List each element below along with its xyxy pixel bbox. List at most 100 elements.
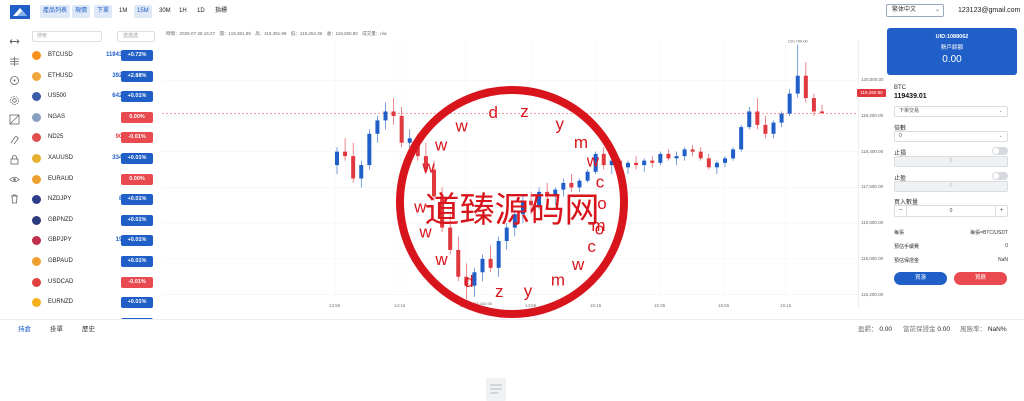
watermark-ring-letter: z bbox=[495, 282, 504, 301]
watchlist: BTCUSD119439.01+0.72% ETHUSD3928.83+2.88%… bbox=[30, 47, 160, 319]
trade-symbol: BTC bbox=[894, 85, 906, 91]
order-type-value: 下單交易 bbox=[899, 108, 920, 114]
timeframe-30m[interactable]: 30M bbox=[156, 5, 174, 18]
magnet-icon[interactable] bbox=[9, 132, 20, 145]
watchlist-item[interactable]: XAUUSD3345.23+0.01% bbox=[30, 150, 160, 168]
chevron-down-icon: ⌄ bbox=[998, 108, 1003, 114]
watchlist-change-badge[interactable]: +2.88% bbox=[121, 70, 153, 82]
watchlist-item[interactable]: EURNZD1.95+0.01% bbox=[30, 294, 160, 312]
watchlist-item[interactable]: GBPJPY198.86+0.01% bbox=[30, 232, 160, 250]
take-profit-input[interactable]: 0 bbox=[894, 181, 1008, 192]
candle-body bbox=[739, 127, 744, 150]
watermark-text: 道臻源码网 bbox=[424, 191, 599, 230]
order-type-select[interactable]: 下單交易 ⌄ bbox=[894, 106, 1008, 117]
timeframe-15m[interactable]: 15M bbox=[134, 5, 152, 18]
watchlist-change-badge[interactable]: -0.01% bbox=[121, 132, 153, 144]
timeframe-1d[interactable]: 1D bbox=[194, 5, 208, 18]
watchlist-item[interactable]: NGAS3.170.00% bbox=[30, 109, 160, 127]
plus-icon[interactable]: + bbox=[995, 206, 1007, 216]
watchlist-change-badge[interactable]: -0.01% bbox=[121, 276, 153, 288]
est-margin-label: 預估保證金 bbox=[894, 258, 920, 264]
candle-body bbox=[820, 111, 824, 114]
watchlist-change-badge[interactable]: +0.01% bbox=[121, 194, 153, 206]
watchlist-change-badge[interactable]: 0.00% bbox=[121, 173, 153, 185]
watermark-ring-letter: w bbox=[421, 157, 435, 176]
take-profit-toggle[interactable] bbox=[992, 172, 1008, 180]
watchlist-change-badge[interactable]: +0.01% bbox=[121, 153, 153, 164]
watchlist-symbol: BTCUSD bbox=[48, 52, 73, 58]
stop-loss-toggle[interactable] bbox=[992, 147, 1008, 155]
watchlist-item[interactable]: USDCAD1.37-0.01% bbox=[30, 274, 160, 292]
watchlist-search-input[interactable]: 搜索 bbox=[32, 31, 102, 42]
watchlist-change-badge[interactable]: +0.01% bbox=[121, 235, 153, 247]
watchlist-button[interactable]: 產品列表 bbox=[40, 5, 71, 18]
margin-summary: 當前保證金 0.00 bbox=[903, 325, 950, 334]
tab-positions[interactable]: 持倉 bbox=[18, 325, 31, 334]
quantity-stepper[interactable]: − 0 + bbox=[894, 205, 1008, 217]
timeframe-1h[interactable]: 1H bbox=[176, 5, 190, 18]
target-icon[interactable] bbox=[9, 73, 20, 85]
watermark-ring-letter: m bbox=[574, 133, 588, 152]
tab-pending-orders[interactable]: 掛單 bbox=[50, 325, 63, 334]
watchlist-symbol: GBPJPY bbox=[48, 237, 72, 244]
watchlist-item[interactable]: ETHUSD3928.83+2.88% bbox=[30, 68, 160, 86]
watermark-ring-letter: w bbox=[586, 152, 600, 171]
minus-icon[interactable]: − bbox=[895, 206, 907, 216]
top-toolbar: 產品列表 現價 下單 1M 15M 30M 1H 1D 指標 繁体中文 ⌄ 12… bbox=[0, 0, 1024, 22]
watermark-ring-letter: d bbox=[464, 272, 473, 291]
tab-history[interactable]: 歷史 bbox=[82, 325, 95, 334]
indicator-button[interactable]: 指標 bbox=[212, 5, 230, 18]
watermark-ring-letter: w bbox=[434, 136, 448, 155]
horizontal-lines-icon[interactable] bbox=[9, 54, 20, 66]
watchlist-symbol: ND25 bbox=[48, 134, 64, 141]
watchlist-symbol: EURNZD bbox=[48, 299, 73, 306]
watchlist-filter-select[interactable]: 选选选 bbox=[117, 31, 155, 42]
price-axis[interactable]: 120,000.00 119,200.00 118,400.00 117,600.00… bbox=[858, 40, 886, 308]
watermark-ring-letter: y bbox=[524, 282, 533, 301]
watchlist-item[interactable]: US5006421.00+0.01% bbox=[30, 88, 160, 106]
watermark-ring-letter: o bbox=[597, 194, 606, 213]
watchlist-change-badge[interactable]: +0.01% bbox=[121, 256, 153, 267]
candle-body bbox=[650, 160, 655, 163]
gear-target-icon[interactable] bbox=[9, 93, 20, 105]
watchlist-change-badge[interactable]: +0.01% bbox=[121, 297, 153, 309]
buy-long-button[interactable]: 買漲 bbox=[894, 272, 947, 285]
collapse-arrows-icon[interactable] bbox=[9, 34, 20, 45]
y-tick-label: 118,400.00 bbox=[861, 148, 884, 154]
leverage-select[interactable]: 0 ⌄ bbox=[894, 131, 1008, 142]
y-tick-label: 116,000.00 bbox=[861, 255, 884, 261]
watchlist-symbol: GBPNZD bbox=[48, 216, 74, 223]
sell-short-button[interactable]: 買跌 bbox=[954, 272, 1007, 285]
risk-summary: 風險率： NaN% bbox=[960, 325, 1007, 334]
watchlist-item[interactable]: GBPNZD2.23+0.01% bbox=[30, 212, 160, 230]
order-button[interactable]: 下單 bbox=[94, 5, 113, 18]
trash-icon[interactable] bbox=[9, 191, 20, 204]
equity-summary: 盈虧： 0.00 bbox=[858, 325, 892, 334]
eye-icon[interactable] bbox=[9, 172, 20, 183]
quantity-value[interactable]: 0 bbox=[907, 206, 995, 216]
watchlist-item[interactable]: GBPAUD2.05+0.01% bbox=[30, 253, 160, 271]
watchlist-item[interactable]: NZDJPY88.84+0.01% bbox=[30, 191, 160, 209]
language-select[interactable]: 繁体中文 ⌄ bbox=[886, 4, 944, 17]
leverage-value: 0 bbox=[899, 133, 902, 139]
watchlist-change-badge[interactable]: +0.01% bbox=[121, 214, 153, 226]
lock-icon[interactable] bbox=[9, 152, 20, 165]
watchlist-item[interactable]: ND25906.00-0.01% bbox=[30, 129, 160, 147]
watchlist-change-badge[interactable]: 0.00% bbox=[121, 111, 153, 123]
diagonal-line-icon[interactable] bbox=[9, 112, 20, 125]
watermark-ring-letter: w bbox=[418, 222, 432, 241]
timeframe-1m[interactable]: 1M bbox=[116, 5, 130, 18]
watermark-ring-letter: w bbox=[455, 116, 469, 135]
limit-price-button[interactable]: 現價 bbox=[72, 5, 91, 18]
account-balance-label: 賬戶餘額 bbox=[940, 45, 963, 51]
coin-flag-icon bbox=[32, 112, 41, 122]
candle-body bbox=[666, 153, 671, 159]
stop-loss-input[interactable]: 0 bbox=[894, 156, 1008, 167]
watchlist-change-badge[interactable]: +0.01% bbox=[121, 91, 153, 103]
candle-body bbox=[359, 165, 364, 179]
equity-value: 0.00 bbox=[879, 326, 892, 333]
user-email[interactable]: 123123@gmail.com bbox=[958, 5, 1020, 17]
watchlist-item[interactable]: BTCUSD 119439.01 +0.72% bbox=[30, 47, 160, 65]
watchlist-change-badge[interactable]: +0.72% bbox=[121, 50, 153, 61]
watchlist-item[interactable]: EURAUD1.790.00% bbox=[30, 171, 160, 189]
